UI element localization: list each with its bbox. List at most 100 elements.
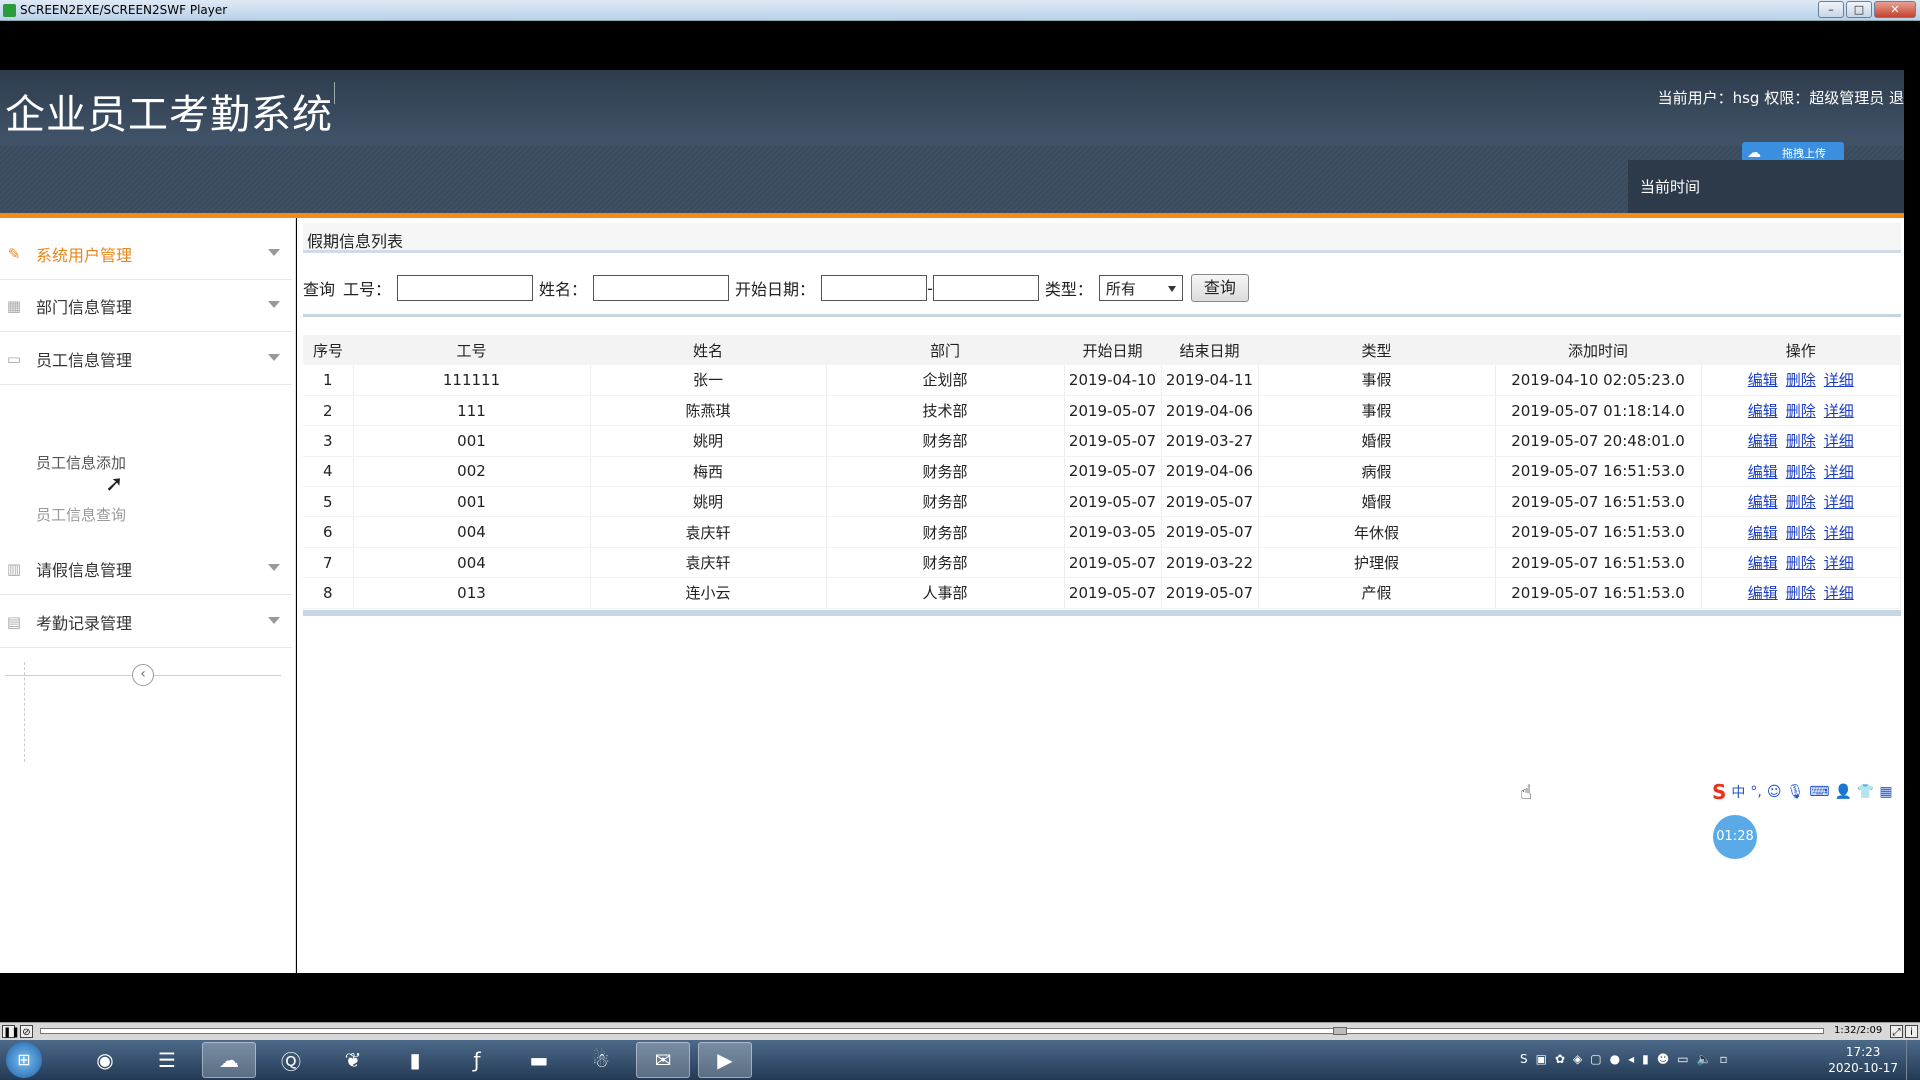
end-date-input[interactable] xyxy=(932,275,1039,301)
grid-menu-icon[interactable]: ▦ xyxy=(1879,784,1892,800)
chrome-icon[interactable]: ◉ xyxy=(78,1042,132,1078)
window-tray-icon[interactable]: ▢ xyxy=(1590,1052,1601,1066)
edit-link[interactable]: 编辑 xyxy=(1748,432,1778,450)
ime-toolbar[interactable]: S 中 °, ☺ 🎙 ⌨ 👤 👕 ▦ xyxy=(1712,778,1904,806)
maximize-button[interactable]: □ xyxy=(1846,1,1872,18)
app-header: 企业员工考勤系统 当前用户：hsg 权限：超级管理员 退 ☁ 拖拽上传 当前时间 xyxy=(0,70,1904,213)
user-icon[interactable]: 👤 xyxy=(1834,784,1851,800)
submenu-employee-add[interactable]: 员工信息添加 xyxy=(36,452,126,473)
detail-link[interactable]: 详细 xyxy=(1824,371,1854,389)
pause-icon[interactable]: ❚❚ xyxy=(2,1025,20,1038)
punctuation-icon[interactable]: °, xyxy=(1750,784,1761,800)
shield-tray-icon[interactable]: ◈ xyxy=(1573,1052,1582,1066)
monitor-tray-icon[interactable]: ▫ xyxy=(1720,1052,1728,1066)
edit-link[interactable]: 编辑 xyxy=(1748,402,1778,420)
cell-index: 8 xyxy=(303,577,354,609)
minimize-button[interactable]: – xyxy=(1818,1,1844,18)
detail-link[interactable]: 详细 xyxy=(1824,463,1854,481)
chart-app-icon[interactable]: ▮ xyxy=(388,1042,442,1078)
taskbar: ⊞ ◉ ☰ ☁ Ⓠ ❦ ▮ ƒ ▬ ☃ ✉ ▶ S ▣ ✿ ◈ ▢ ● ◂ ▮ … xyxy=(0,1040,1920,1080)
edit-link[interactable]: 编辑 xyxy=(1748,371,1778,389)
emoji-icon[interactable]: ☺ xyxy=(1767,784,1782,800)
flash-icon[interactable]: ƒ xyxy=(450,1042,504,1078)
wechat-icon[interactable]: ✉ xyxy=(636,1042,690,1078)
user-info: 当前用户：hsg 权限：超级管理员 退 xyxy=(1657,89,1904,107)
close-button[interactable]: ✕ xyxy=(1874,1,1916,18)
employee-id-input[interactable] xyxy=(397,275,534,301)
delete-link[interactable]: 删除 xyxy=(1786,524,1816,542)
baidu-netdisk-icon[interactable]: ☁ xyxy=(202,1042,256,1078)
system-title: 企业员工考勤系统 xyxy=(5,92,333,138)
delete-link[interactable]: 删除 xyxy=(1786,554,1816,572)
recording-timer[interactable]: 01:28 xyxy=(1713,815,1757,859)
detail-link[interactable]: 详细 xyxy=(1824,493,1854,511)
delete-link[interactable]: 删除 xyxy=(1786,371,1816,389)
submenu-employee-query[interactable]: 员工信息查询 xyxy=(36,504,126,525)
browser-icon[interactable]: Ⓠ xyxy=(264,1042,318,1078)
folder-icon[interactable]: ▬ xyxy=(512,1042,566,1078)
query-button[interactable]: 查询 xyxy=(1190,274,1249,302)
cell-department: 技术部 xyxy=(826,395,1065,427)
layout-icon: ▥ xyxy=(6,559,22,578)
menu-item-attendance[interactable]: ▤ 考勤记录管理 xyxy=(0,596,292,648)
delete-link[interactable]: 删除 xyxy=(1786,493,1816,511)
progress-thumb[interactable] xyxy=(1333,1027,1347,1035)
delete-link[interactable]: 删除 xyxy=(1786,402,1816,420)
cell-added-time: 2019-05-07 20:48:01.0 xyxy=(1495,425,1702,457)
menu-label: 请假信息管理 xyxy=(36,560,133,580)
detail-link[interactable]: 详细 xyxy=(1824,432,1854,450)
detail-link[interactable]: 详细 xyxy=(1824,402,1854,420)
ime-mode[interactable]: 中 xyxy=(1731,782,1745,802)
qq-tray-icon[interactable]: ☻ xyxy=(1657,1052,1670,1066)
cell-employee-id: 004 xyxy=(353,516,591,548)
name-input[interactable] xyxy=(593,275,730,301)
stop-icon[interactable]: ⊘ xyxy=(20,1025,33,1038)
battery-tray-icon[interactable]: ▮ xyxy=(1642,1052,1649,1066)
detail-link[interactable]: 详细 xyxy=(1824,554,1854,572)
detail-link[interactable]: 详细 xyxy=(1824,524,1854,542)
leaf-icon[interactable]: ❦ xyxy=(326,1042,380,1078)
start-date-input[interactable] xyxy=(821,275,928,301)
volume-icon[interactable]: 🔈 xyxy=(1697,1052,1712,1066)
cell-department: 财务部 xyxy=(826,547,1065,579)
taskbar-clock[interactable]: 17:23 2020-10-17 xyxy=(1828,1044,1898,1076)
edit-link[interactable]: 编辑 xyxy=(1748,493,1778,511)
sogou-tray-icon[interactable]: S xyxy=(1520,1052,1528,1066)
edit-link[interactable]: 编辑 xyxy=(1748,524,1778,542)
menu-item-system-users[interactable]: ✎ 系统用户管理 xyxy=(0,228,292,280)
skin-icon[interactable]: 👕 xyxy=(1857,784,1874,800)
sidebar-collapse-button[interactable]: ‹ xyxy=(132,664,154,686)
eclipse-icon[interactable]: ☰ xyxy=(140,1042,194,1078)
cell-employee-id: 111111 xyxy=(353,365,591,396)
edit-link[interactable]: 编辑 xyxy=(1748,584,1778,602)
menu-item-departments[interactable]: ▦ 部门信息管理 xyxy=(0,280,292,332)
menu-item-leave[interactable]: ▥ 请假信息管理 xyxy=(0,543,292,595)
leave-table: 序号 工号 姓名 部门 开始日期 结束日期 类型 添加时间 操作 1 111111… xyxy=(303,335,1901,609)
wechat-tray-icon[interactable]: ● xyxy=(1610,1052,1620,1066)
keyboard-icon[interactable]: ⌨ xyxy=(1809,784,1829,800)
qq-icon[interactable]: ☃ xyxy=(574,1042,628,1078)
display-tray-icon[interactable]: ▭ xyxy=(1677,1052,1688,1066)
settings-tray-icon[interactable]: ✿ xyxy=(1555,1052,1565,1066)
progress-track[interactable] xyxy=(40,1027,1824,1035)
type-select[interactable]: 所有 xyxy=(1098,275,1183,301)
delete-link[interactable]: 删除 xyxy=(1786,463,1816,481)
info-icon[interactable]: i xyxy=(1905,1025,1918,1038)
cell-employee-id: 004 xyxy=(353,547,591,579)
edit-link[interactable]: 编辑 xyxy=(1748,463,1778,481)
show-desktop-button[interactable] xyxy=(1906,1040,1920,1080)
microphone-icon[interactable]: 🎙 xyxy=(1786,784,1804,800)
delete-link[interactable]: 删除 xyxy=(1786,584,1816,602)
network-tray-icon[interactable]: ▣ xyxy=(1536,1052,1547,1066)
screen2exe-icon[interactable]: ▶ xyxy=(698,1042,752,1078)
chevron-down-icon xyxy=(268,301,280,308)
arrow-tray-icon[interactable]: ◂ xyxy=(1628,1052,1634,1066)
menu-item-employees[interactable]: ▭ 员工信息管理 xyxy=(0,333,292,385)
fullscreen-icon[interactable]: ⤢ xyxy=(1890,1025,1903,1038)
start-button[interactable]: ⊞ xyxy=(6,1042,42,1078)
detail-link[interactable]: 详细 xyxy=(1824,584,1854,602)
cell-type: 产假 xyxy=(1258,577,1496,609)
edit-link[interactable]: 编辑 xyxy=(1748,554,1778,572)
delete-link[interactable]: 删除 xyxy=(1786,432,1816,450)
table-row: 4 002 梅西 财务部 2019-05-07 2019-04-06 病假 2019-05-0… xyxy=(303,456,1901,488)
